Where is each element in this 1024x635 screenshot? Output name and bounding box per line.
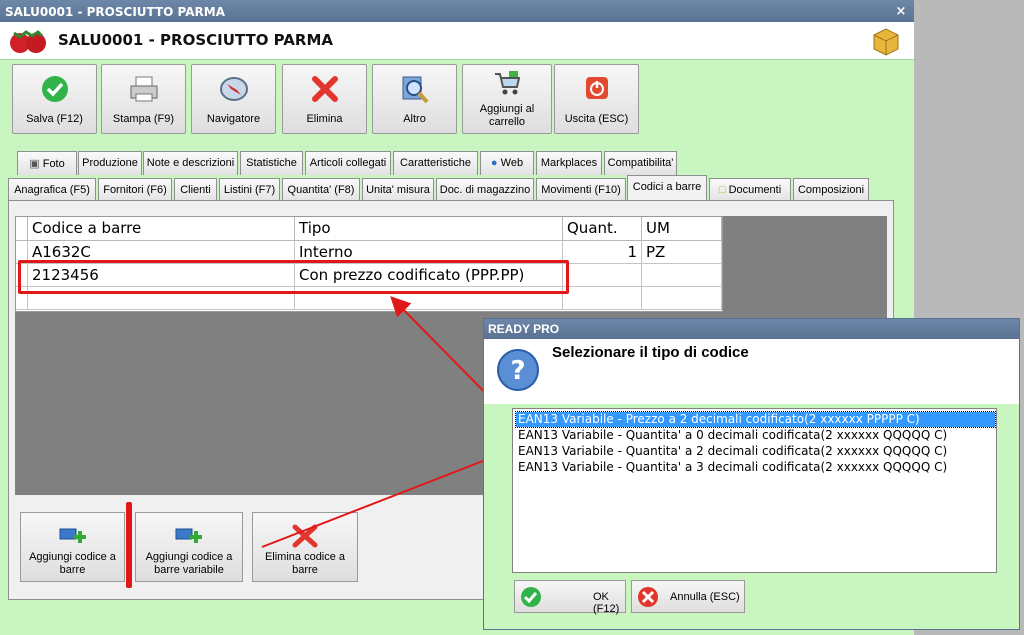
list-item[interactable]: EAN13 Variabile - Quantita' a 0 decimali…	[516, 428, 995, 443]
list-item[interactable]: EAN13 Variabile - Quantita' a 2 decimali…	[516, 444, 995, 459]
dialog-title: READY PRO	[484, 319, 1019, 339]
question-icon: ?	[497, 349, 539, 391]
arrow-to-list	[261, 448, 510, 548]
code-type-list[interactable]: EAN13 Variabile - Prezzo a 2 decimali co…	[512, 408, 997, 573]
check-icon	[521, 587, 541, 607]
svg-text:?: ?	[510, 356, 525, 386]
list-item[interactable]: EAN13 Variabile - Quantita' a 3 decimali…	[516, 460, 995, 475]
ok-label: OK (F12)	[593, 591, 620, 615]
cancel-button[interactable]: Annulla (ESC)	[631, 580, 745, 613]
ok-button[interactable]: OK (F12)	[514, 580, 626, 615]
list-item[interactable]: EAN13 Variabile - Prezzo a 2 decimali co…	[515, 411, 996, 428]
cancel-icon	[638, 587, 658, 607]
dialog-question: Selezionare il tipo di codice	[552, 344, 749, 361]
cancel-label: Annulla (ESC)	[670, 591, 740, 603]
